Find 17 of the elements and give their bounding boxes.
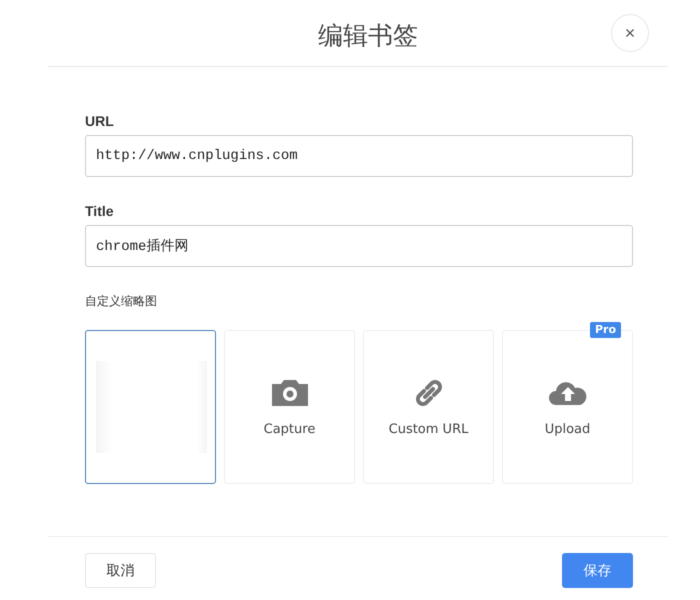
option-tile[interactable]: Custom URL xyxy=(363,330,494,484)
field-label: URL xyxy=(85,113,115,129)
option-label: Upload xyxy=(544,422,590,436)
close-button[interactable]: × xyxy=(611,14,649,52)
save-button[interactable]: 保存 xyxy=(562,553,633,588)
option-label: Custom URL xyxy=(388,422,468,436)
camera-icon xyxy=(270,378,310,408)
input-field[interactable]: http://www.cnplugins.com xyxy=(85,135,633,177)
field-label: Title xyxy=(85,203,115,219)
option-label: Capture xyxy=(264,422,316,436)
pro-badge: Pro xyxy=(590,322,621,338)
thumbnail-tile[interactable] xyxy=(85,330,216,484)
section-label: 自定义缩略图 xyxy=(85,293,158,310)
cancel-button[interactable]: 取消 xyxy=(85,553,156,588)
dialog-title: 编辑书签 xyxy=(318,20,418,52)
option-tile[interactable]: Capture xyxy=(224,330,355,484)
input-field[interactable]: chrome插件网 xyxy=(85,225,633,267)
